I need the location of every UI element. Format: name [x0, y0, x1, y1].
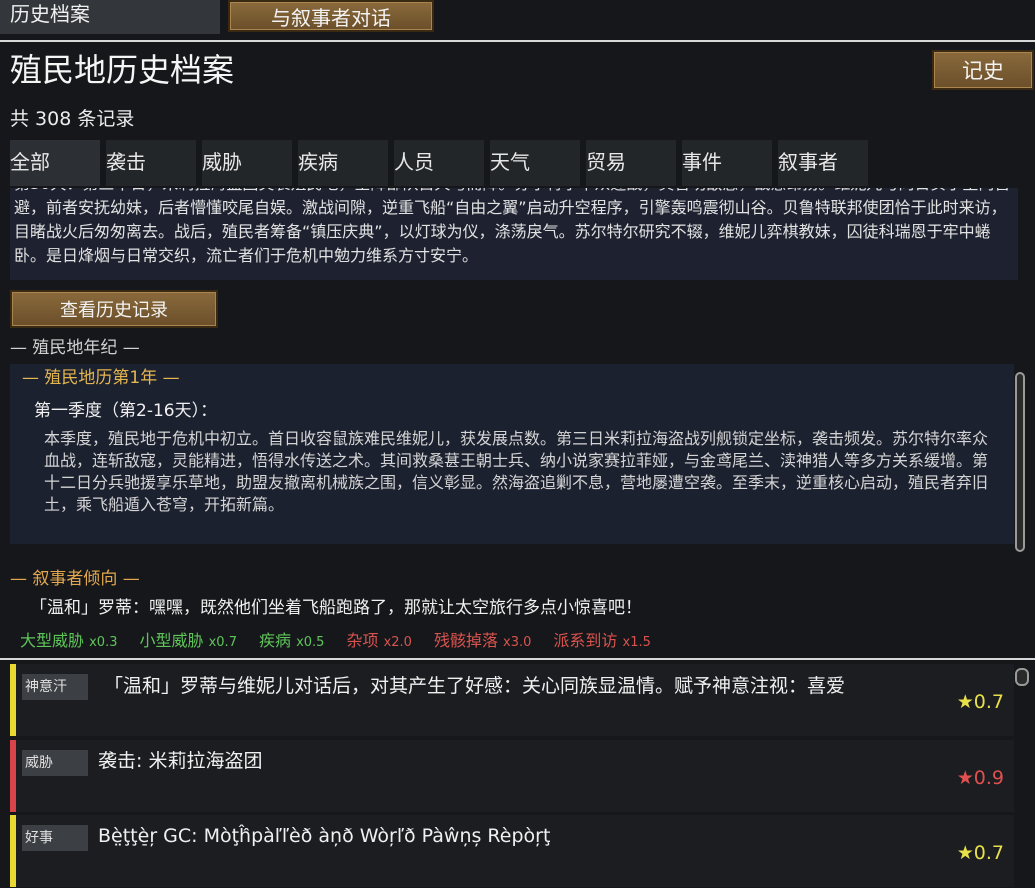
feed-item-tag: 威胁	[22, 750, 88, 776]
feed-item-score: ★0.7	[956, 691, 1004, 713]
filter-tab-all[interactable]: 全部	[10, 140, 100, 186]
weight-faction-visit: 派系到访 x1.5	[553, 631, 651, 650]
season-text: 本季度，殖民地于危机中初立。首日收容鼠族难民维妮儿，获发展点数。第三日米莉拉海盗…	[44, 429, 989, 514]
filter-tab-people[interactable]: 人员	[394, 140, 484, 186]
weight-major-threat: 大型威胁 x0.3	[20, 631, 118, 650]
feed-item[interactable]: 威胁 袭击: 米莉拉海盗团 ★0.9	[10, 740, 1014, 812]
feed-item-tag: 神意汗	[22, 674, 88, 700]
feed-item-text: 「温和」罗蒂与维妮儿对话后，对其产生了好感：关心同族显温情。赋予神意注视：喜爱	[104, 675, 846, 697]
weight-debris-drop: 残骸掉落 x3.0	[433, 631, 532, 650]
feed-scrollbar[interactable]	[1015, 668, 1029, 686]
season-title: 第一季度（第2-16天）：	[34, 401, 218, 421]
feed-item-color-bar	[10, 740, 16, 812]
filter-tab-weather[interactable]: 天气	[490, 140, 580, 186]
top-divider	[0, 40, 1035, 42]
weight-minor-threat: 小型威胁 x0.7	[139, 631, 237, 650]
filter-tab-threat[interactable]: 威胁	[202, 140, 292, 186]
filter-tab-trade[interactable]: 贸易	[586, 140, 676, 186]
weight-misc: 杂项 x2.0	[346, 631, 412, 650]
weight-disease: 疾病 x0.5	[258, 631, 325, 650]
record-history-button[interactable]: 记史	[932, 50, 1034, 90]
page-title: 殖民地历史档案	[10, 51, 235, 89]
daily-summary-text: 第30天：第三十日，米莉拉海盗团突袭殖民地，空降部队自天穹而降。苏尔特尔率众迎战…	[14, 188, 1010, 265]
feed-item-tag: 好事	[22, 825, 88, 851]
view-history-button[interactable]: 查看历史记录	[10, 290, 218, 328]
tendency-weights: 大型威胁 x0.3 小型威胁 x0.7 疾病 x0.5 杂项 x2.0 残骸掉落…	[20, 630, 673, 654]
narrator-quote: 「温和」罗蒂：嘿嘿，既然他们坐着飞船跑路了，那就让太空旅行多点小惊喜吧！	[30, 598, 642, 618]
feed-item-text: 袭击: 米莉拉海盗团	[98, 750, 263, 772]
filter-tabs: 全部 袭击 威胁 疾病 人员 天气 贸易 事件 叙事者	[10, 140, 874, 186]
feed-item-color-bar	[10, 664, 16, 736]
filter-tab-event[interactable]: 事件	[682, 140, 772, 186]
talk-to-narrator-button[interactable]: 与叙事者对话	[228, 0, 434, 32]
feed-item[interactable]: 神意汗 「温和」罗蒂与维妮儿对话后，对其产生了好感：关心同族显温情。赋予神意注视…	[10, 664, 1014, 736]
feed-divider	[0, 658, 1035, 660]
feed-item[interactable]: 好事 Bè̤ţţè̠ŗ GC: Mòţĥ̂pàľľèð àņð Wòŗľð Pà…	[10, 815, 1014, 887]
feed-item-text: Bè̤ţţè̠ŗ GC: Mòţĥ̂pàľľèð àņð Wòŗľð Pàŵņș…	[98, 825, 551, 847]
tab-history-archive[interactable]: 历史档案	[0, 0, 220, 34]
chronicle-section-label: — 殖民地年纪 —	[10, 338, 140, 358]
filter-tab-disease[interactable]: 疾病	[298, 140, 388, 186]
feed-item-score: ★0.7	[956, 842, 1004, 864]
filter-tab-narrator[interactable]: 叙事者	[778, 140, 868, 186]
narrator-tendency-label: — 叙事者倾向 —	[10, 569, 140, 589]
chronicle-scrollbar[interactable]	[1015, 372, 1025, 552]
chronicle-year-label: — 殖民地历第1年 —	[22, 368, 180, 388]
record-count: 共 308 条记录	[10, 108, 135, 130]
daily-summary-box[interactable]: 第30天：第三十日，米莉拉海盗团突袭殖民地，空降部队自天穹而降。苏尔特尔率众迎战…	[10, 188, 1018, 280]
feed-item-color-bar	[10, 815, 16, 887]
filter-tab-raid[interactable]: 袭击	[106, 140, 196, 186]
feed-item-score: ★0.9	[956, 767, 1004, 789]
